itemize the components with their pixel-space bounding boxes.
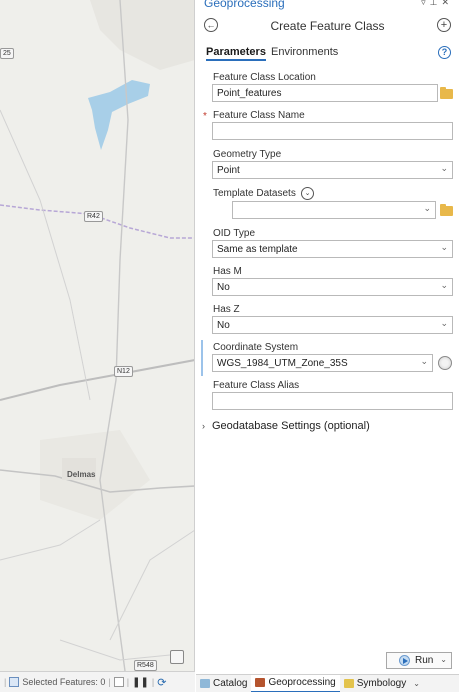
chevron-down-icon: ⌄: [423, 203, 431, 213]
has-z-value: No: [217, 320, 230, 331]
focus-indicator: [201, 340, 203, 376]
folder-browse-icon[interactable]: [440, 204, 453, 216]
clear-selection-icon[interactable]: [113, 677, 124, 687]
chevron-down-icon[interactable]: ⌄: [440, 655, 447, 664]
bottom-pane-tabs: Catalog Geoprocessing Symbology ⌄: [196, 674, 459, 692]
map-canvas: [0, 0, 194, 671]
feature-class-alias-label: Feature Class Alias: [213, 380, 300, 391]
feature-class-location-input[interactable]: Point_features: [212, 84, 438, 102]
geometry-type-select[interactable]: Point ⌄: [212, 161, 453, 179]
chevron-right-icon: ›: [202, 421, 205, 431]
pane-window-controls[interactable]: ▿⊥✕: [421, 0, 453, 8]
tab-catalog[interactable]: Catalog: [196, 675, 251, 692]
chevron-down-icon: ⌄: [440, 242, 448, 252]
tab-parameters[interactable]: Parameters: [206, 46, 266, 61]
play-icon: [399, 655, 410, 666]
globe-icon[interactable]: [438, 356, 452, 370]
add-button[interactable]: +: [437, 18, 451, 32]
has-m-select[interactable]: No ⌄: [212, 278, 453, 296]
has-m-value: No: [217, 282, 230, 293]
has-z-label: Has Z: [213, 304, 240, 315]
chevron-down-icon: ⌄: [440, 163, 448, 173]
road-shield-r42: R42: [84, 211, 103, 222]
road-shield-n12: N12: [114, 366, 133, 377]
oid-type-select[interactable]: Same as template ⌄: [212, 240, 453, 258]
feature-class-alias-input[interactable]: [212, 392, 453, 410]
refresh-icon[interactable]: ⟳: [157, 676, 166, 689]
has-m-label: Has M: [213, 266, 242, 277]
tab-geoprocessing[interactable]: Geoprocessing: [251, 674, 340, 692]
run-label: Run: [415, 655, 434, 666]
tab-catalog-label: Catalog: [213, 678, 248, 689]
pane-title: Geoprocessing: [204, 0, 285, 10]
tab-environments[interactable]: Environments: [271, 46, 338, 58]
selection-icon: [9, 677, 20, 687]
reservoir: [88, 80, 150, 150]
status-bar: | Selected Features: 0 | | ❚❚ | ⟳: [0, 671, 195, 692]
geoprocessing-pane: Geoprocessing ▿⊥✕ ← Create Feature Class…: [196, 0, 459, 692]
tab-geoprocessing-label: Geoprocessing: [268, 677, 336, 688]
selected-features-text: Selected Features: 0: [22, 677, 106, 687]
feature-class-name-label: Feature Class Name: [213, 110, 305, 121]
tool-header: ← Create Feature Class +: [196, 14, 459, 38]
coordinate-system-label: Coordinate System: [213, 342, 299, 353]
map-view[interactable]: 25 R42 N12 Delmas R548: [0, 0, 195, 671]
toolbox-icon: [255, 678, 266, 687]
geometry-type-value: Point: [217, 165, 240, 176]
template-datasets-label: Template Datasets: [213, 188, 296, 199]
feature-class-name-input[interactable]: [212, 122, 453, 140]
oid-type-label: OID Type: [213, 228, 256, 239]
coordinate-system-value: WGS_1984_UTM_Zone_35S: [217, 358, 348, 369]
road-shield-r548: R548: [134, 660, 157, 671]
has-z-select[interactable]: No ⌄: [212, 316, 453, 334]
pause-icon[interactable]: ❚❚: [132, 677, 149, 688]
tab-symbology[interactable]: Symbology ⌄: [340, 675, 424, 692]
catalog-icon: [200, 679, 210, 688]
chevron-down-icon: ⌄: [440, 280, 448, 290]
geometry-type-label: Geometry Type: [213, 149, 282, 160]
chevron-down-icon[interactable]: ⌄: [413, 679, 420, 688]
folder-browse-icon[interactable]: [440, 87, 453, 99]
oid-type-value: Same as template: [217, 244, 298, 255]
expand-chevron-icon[interactable]: ⌄: [301, 187, 314, 200]
feature-class-location-label: Feature Class Location: [213, 72, 316, 83]
geodatabase-settings-label: Geodatabase Settings (optional): [212, 420, 370, 432]
geodatabase-settings-toggle[interactable]: › Geodatabase Settings (optional): [202, 420, 370, 432]
road-shield-25: 25: [0, 48, 14, 59]
tab-symbology-label: Symbology: [356, 678, 407, 689]
plus-icon: +: [440, 19, 448, 31]
tool-tabs: Parameters Environments ?: [196, 44, 459, 62]
chevron-down-icon: ⌄: [440, 318, 448, 328]
coordinate-system-select[interactable]: WGS_1984_UTM_Zone_35S ⌄: [212, 354, 433, 372]
run-button[interactable]: Run ⌄: [386, 652, 452, 669]
chevron-down-icon: ⌄: [420, 356, 428, 366]
required-star-icon: *: [203, 111, 207, 122]
symbology-icon: [343, 679, 354, 688]
help-icon[interactable]: ?: [438, 46, 451, 59]
tool-title: Create Feature Class: [270, 19, 385, 33]
town-label-delmas: Delmas: [67, 470, 96, 479]
template-datasets-select[interactable]: ⌄: [232, 201, 436, 219]
pane-titlebar: Geoprocessing ▿⊥✕: [196, 0, 459, 10]
map-navigator-icon[interactable]: [170, 650, 184, 664]
